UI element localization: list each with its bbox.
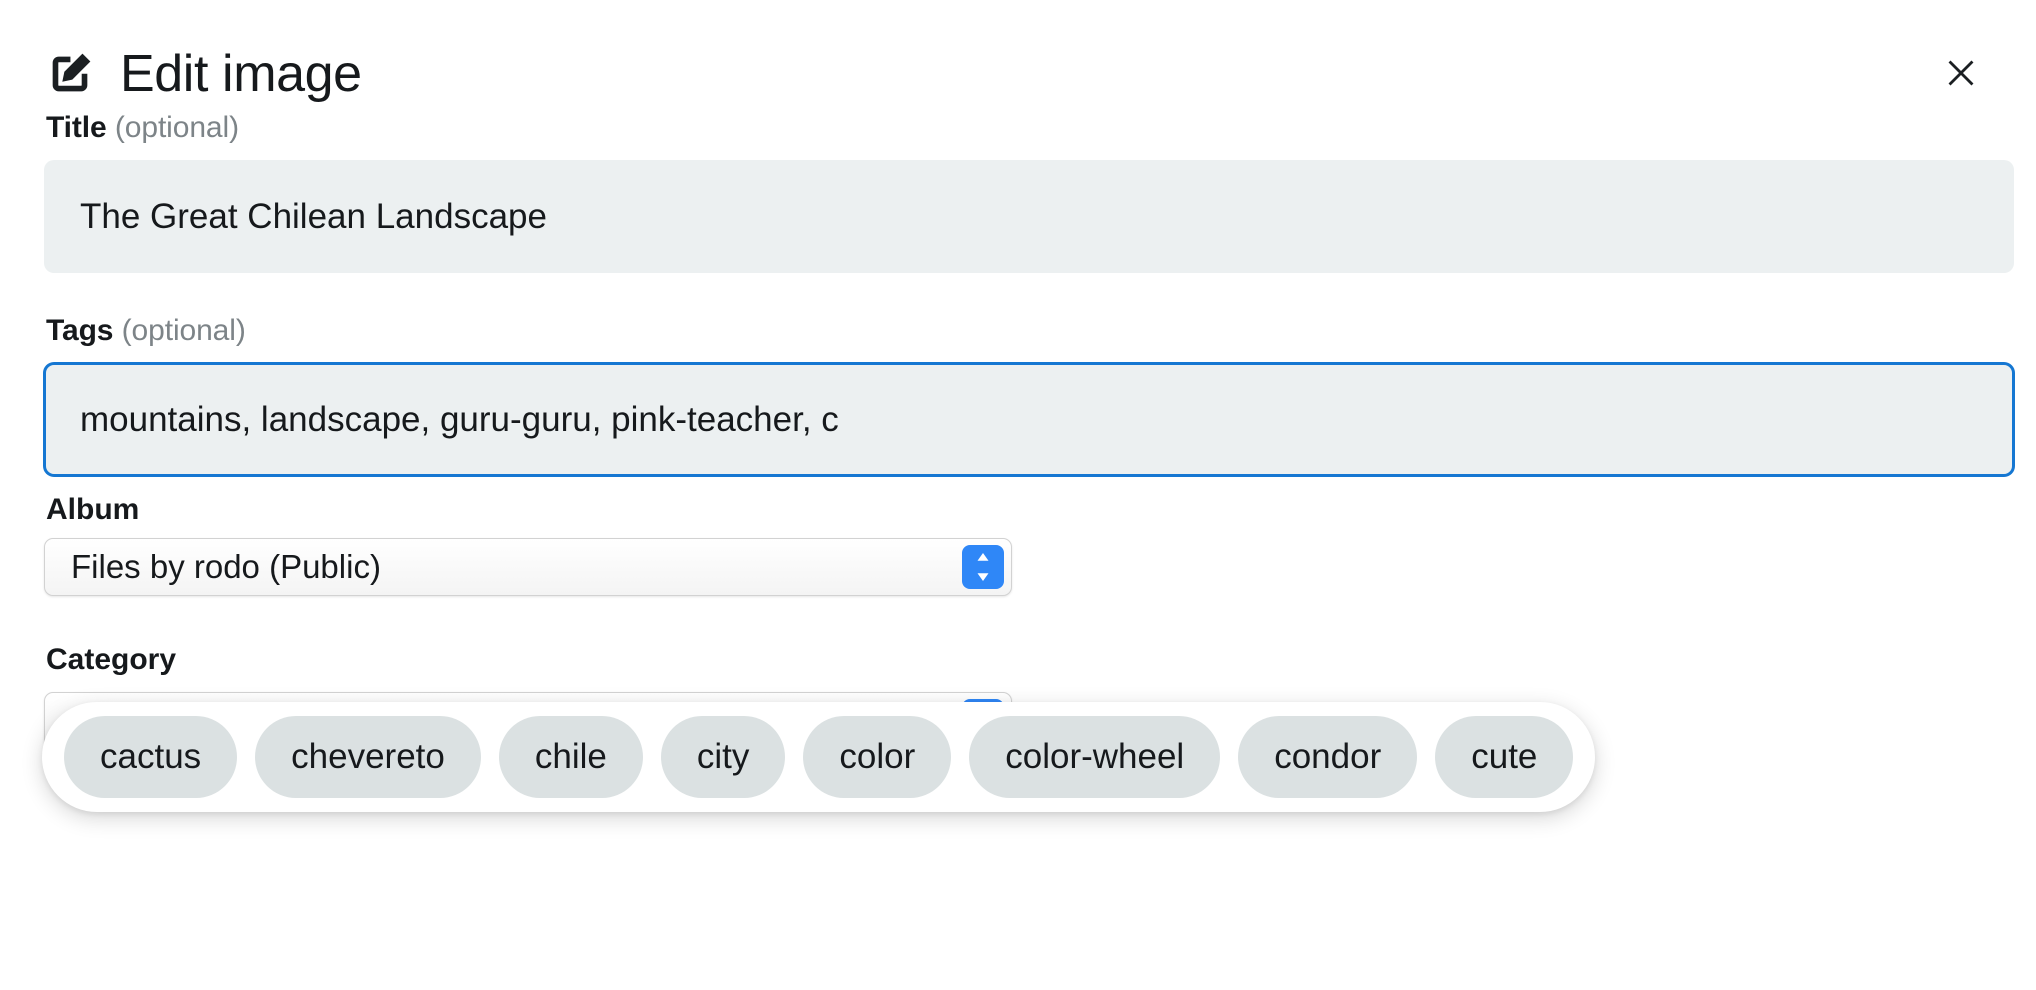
spacer-title — [44, 273, 1992, 313]
close-button[interactable] — [1934, 47, 1988, 101]
album-select[interactable]: Files by rodo (Public) — [44, 538, 1012, 596]
category-field-label: Category — [46, 643, 177, 676]
close-icon — [1944, 56, 1978, 93]
title-input[interactable] — [44, 160, 2014, 273]
album-field-label: Album — [46, 493, 140, 526]
tag-suggestion-pill[interactable]: color — [803, 716, 952, 798]
tags-optional-hint: (optional) — [121, 314, 246, 347]
tag-suggestion-pill[interactable]: chevereto — [255, 716, 481, 798]
tags-label-text: Tags — [46, 314, 114, 347]
tags-input[interactable] — [44, 363, 2014, 476]
title-label-text: Title — [46, 111, 107, 144]
modal-body: Title (optional) Tags (optional) Album F… — [22, 110, 2014, 812]
tag-suggestion-pill[interactable]: cute — [1435, 716, 1574, 798]
edit-pencil-square-icon — [44, 48, 96, 100]
tag-suggestions-dropdown: cactus chevereto chile city color color-wheel… — [42, 702, 1596, 812]
page-title: Edit image — [120, 45, 362, 103]
tag-suggestion-pill[interactable]: color-wheel — [969, 716, 1221, 798]
tags-field-group: Tags (optional) — [44, 313, 2014, 476]
tags-field-label: Tags (optional) — [46, 313, 1992, 349]
tag-suggestion-pill[interactable]: city — [660, 716, 786, 798]
tag-suggestion-pill[interactable]: cactus — [64, 716, 238, 798]
title-field-label: Title (optional) — [46, 110, 1992, 146]
edit-image-modal: Edit image Title (optional) Tags (optio — [0, 0, 2036, 990]
title-field-group: Title (optional) — [44, 110, 2014, 273]
tag-suggestion-pill[interactable]: chile — [498, 716, 643, 798]
title-optional-hint: (optional) — [114, 111, 239, 144]
album-field-group: Album Files by rodo (Public) — [44, 492, 1992, 596]
album-select-wrap: Files by rodo (Public) — [44, 538, 1012, 596]
tag-suggestion-pill[interactable]: condor — [1238, 716, 1418, 798]
album-select-row: Files by rodo (Public) — [44, 538, 1992, 596]
modal-header: Edit image — [22, 0, 2014, 110]
